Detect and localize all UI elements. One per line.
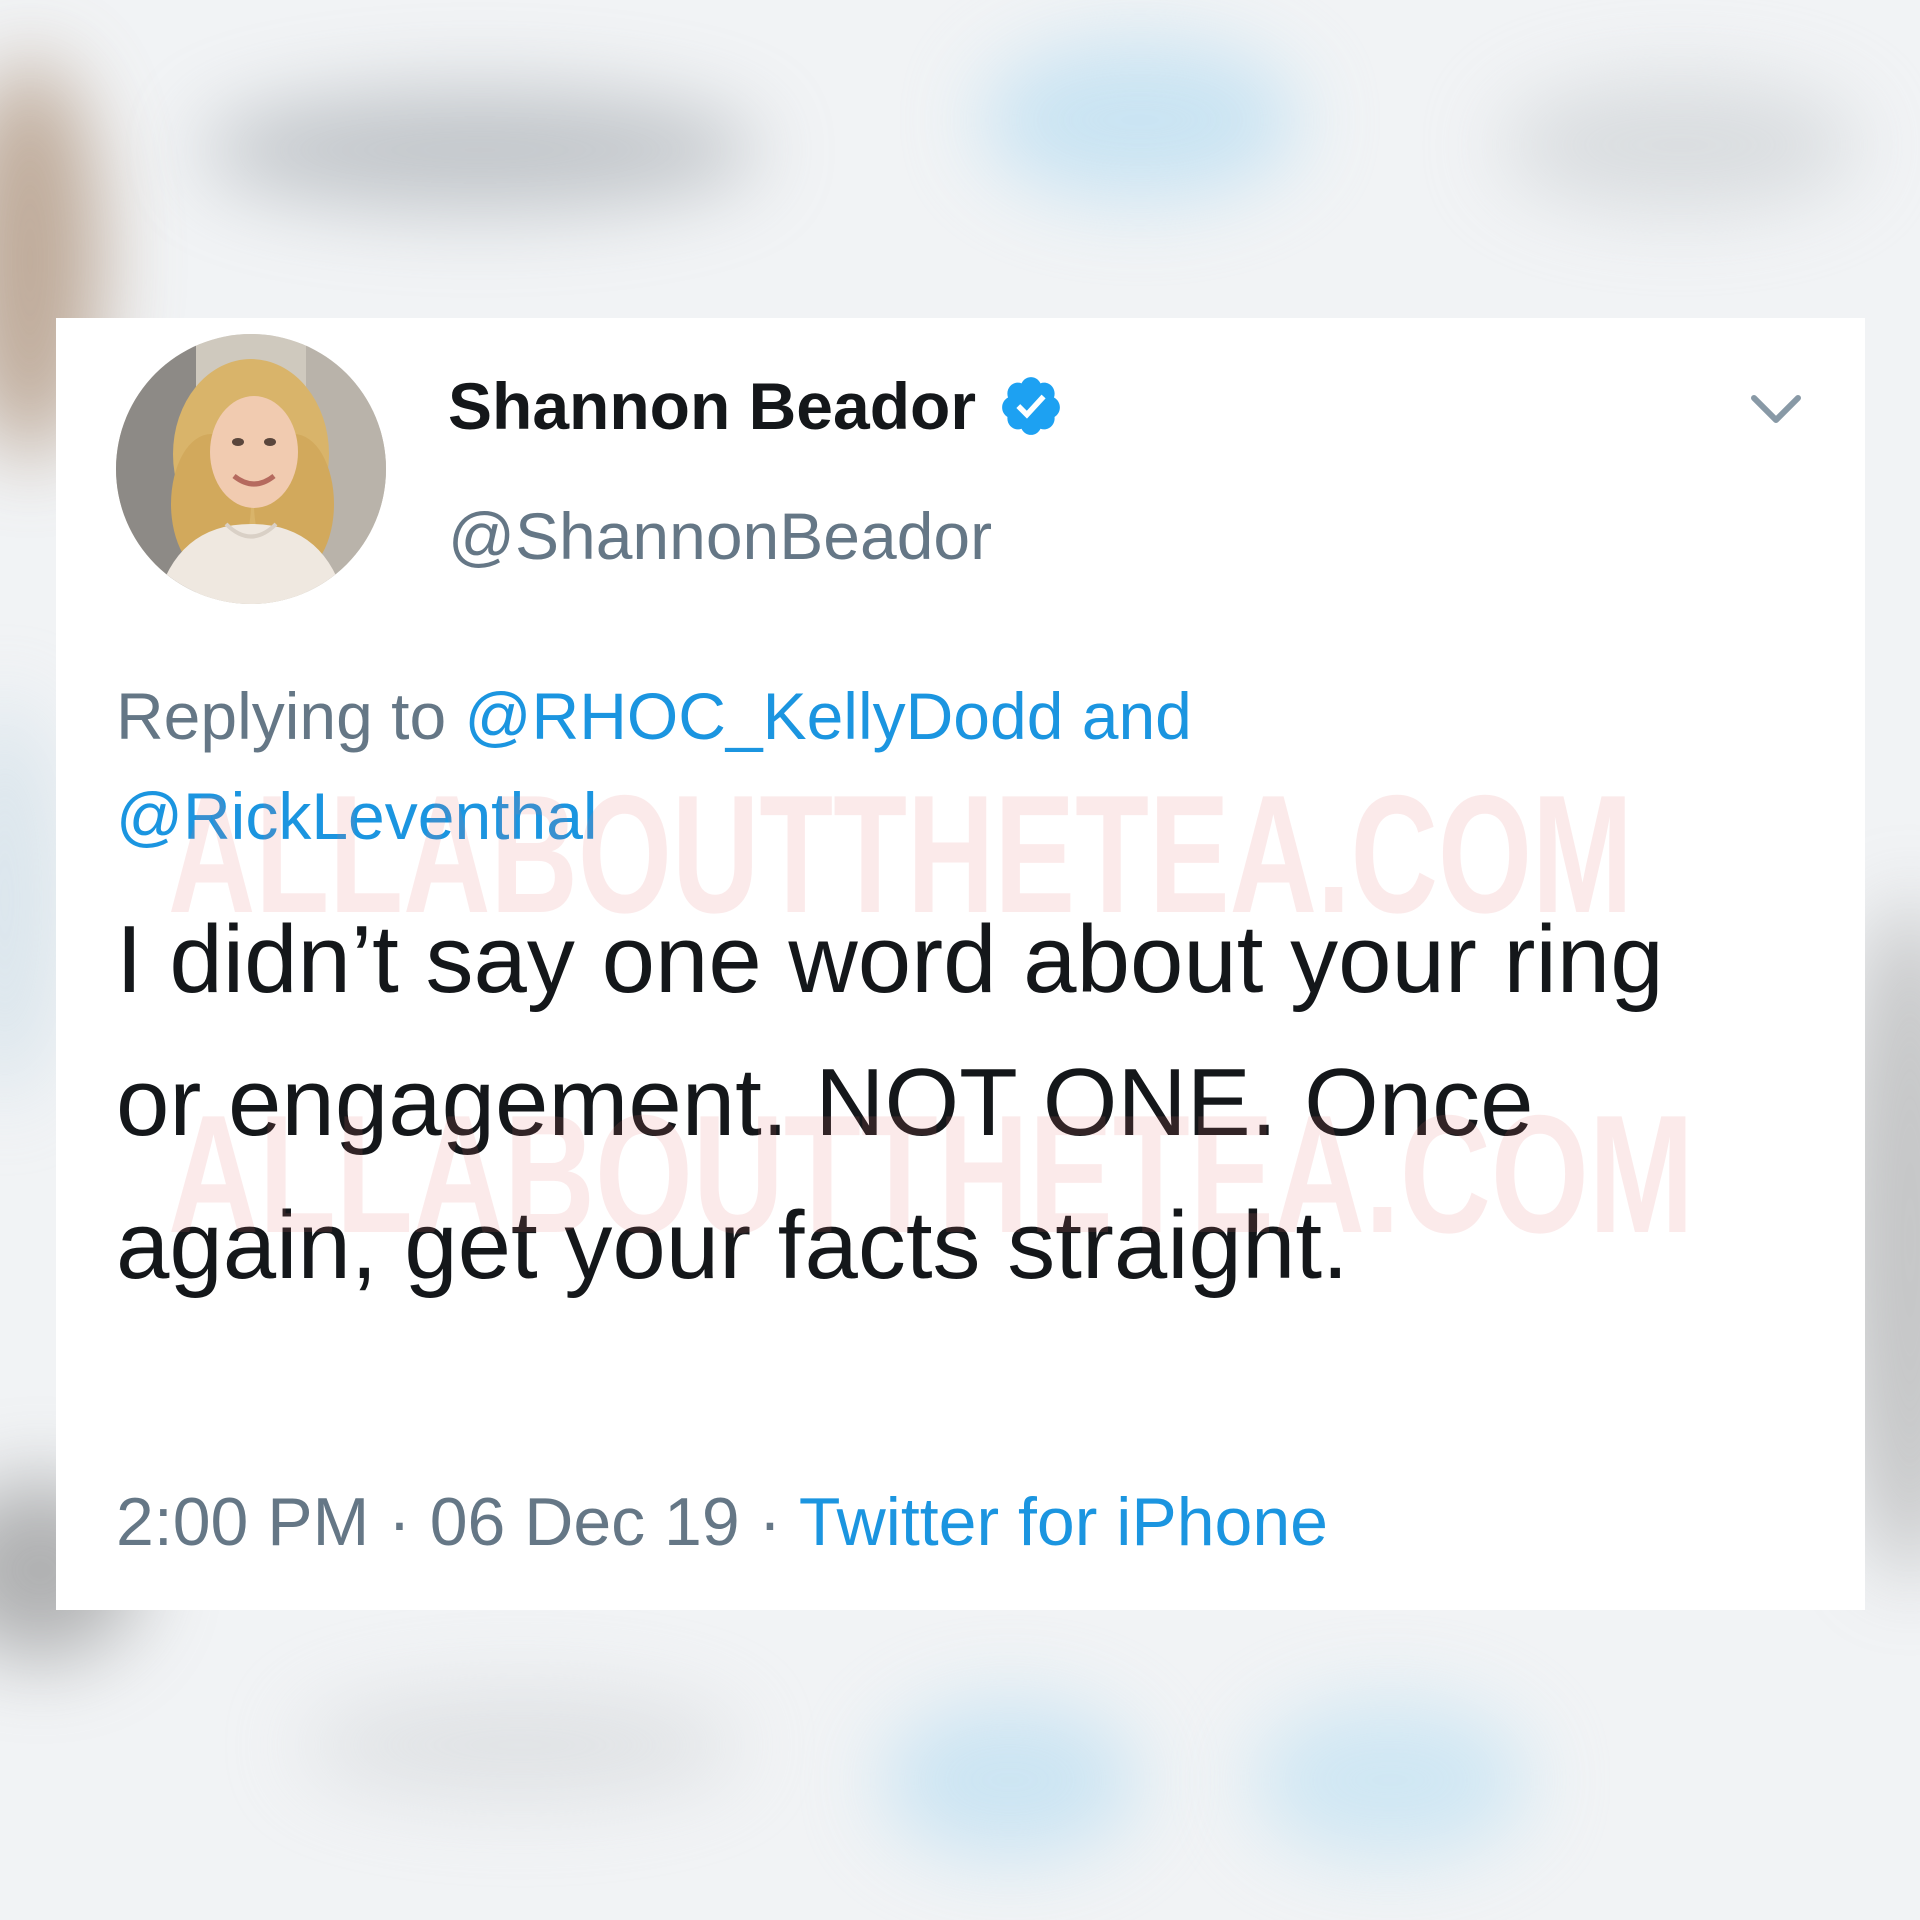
replying-to-line: Replying to @RHOC_KellyDodd and @RickLeve… — [116, 666, 1716, 866]
reply-mention-link[interactable]: @RickLeventhal — [116, 779, 598, 853]
tweet-source-link[interactable]: Twitter for iPhone — [799, 1484, 1328, 1560]
tweet-card: Shannon Beador @ShannonBeador Replying t… — [56, 318, 1865, 1610]
meta-separator: · — [739, 1484, 799, 1560]
tweet-time[interactable]: 2:00 PM — [116, 1484, 369, 1560]
reply-and-text: and — [1063, 679, 1192, 753]
verified-badge-icon — [998, 373, 1064, 439]
display-name[interactable]: Shannon Beador — [448, 368, 976, 444]
avatar[interactable] — [116, 334, 386, 604]
user-handle[interactable]: @ShannonBeador — [448, 498, 992, 574]
chevron-down-icon[interactable] — [1750, 390, 1802, 430]
meta-separator: · — [369, 1484, 430, 1560]
tweet-meta: 2:00 PM · 06 Dec 19 · Twitter for iPhone — [116, 1483, 1328, 1561]
avatar-photo — [116, 334, 386, 604]
replying-prefix: Replying to — [116, 679, 465, 753]
tweet-date[interactable]: 06 Dec 19 — [430, 1484, 740, 1560]
tweet-text: I didn’t say one word about your ring or… — [116, 906, 1664, 1299]
reply-mention-link[interactable]: @RHOC_KellyDodd — [465, 679, 1064, 753]
